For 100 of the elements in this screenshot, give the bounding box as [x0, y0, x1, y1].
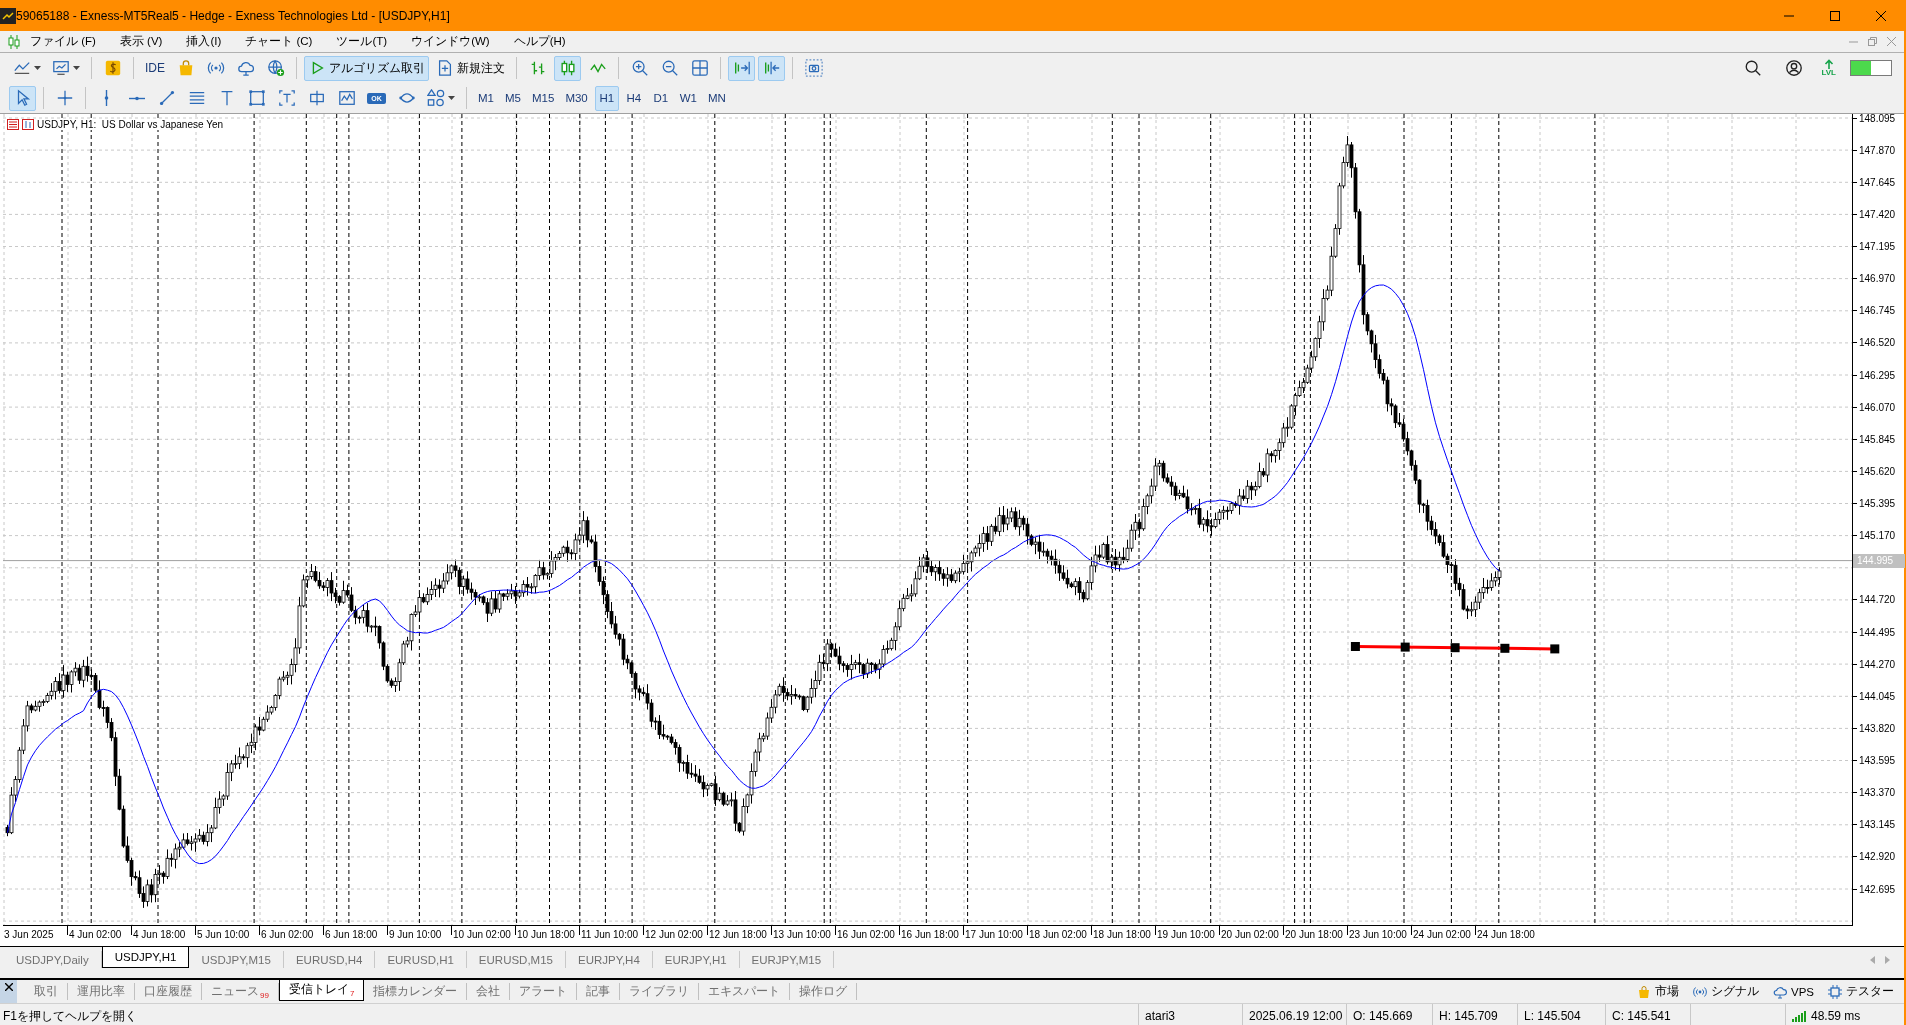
app-logo-icon: [0, 7, 16, 24]
timeframe-button[interactable]: M1: [474, 85, 498, 111]
candlestick-icon: [8, 34, 20, 49]
menu-item[interactable]: ツール(T): [326, 32, 398, 51]
timeframe-button[interactable]: D1: [648, 85, 673, 111]
menu-item[interactable]: ヘルプ(H): [503, 32, 576, 51]
toolbox-link[interactable]: 市場: [1637, 984, 1679, 999]
chart-window-icon: [52, 59, 70, 77]
open-price: O: 145.669: [1353, 1009, 1413, 1023]
toolbox-tab[interactable]: 取引: [25, 983, 68, 1000]
timeframe-button[interactable]: M30: [561, 85, 592, 111]
toolbox-tab[interactable]: 会社: [467, 983, 511, 1000]
lvl-label: LVL: [1821, 69, 1836, 77]
toolbox-tab[interactable]: 操作ログ: [790, 983, 858, 1000]
caret-icon: [73, 66, 80, 70]
chart-tab[interactable]: EURUSD,M15: [466, 951, 566, 968]
zoom-out-icon: [660, 59, 679, 77]
toolbox-tab[interactable]: 運用比率: [68, 983, 135, 1000]
timeframe-button[interactable]: W1: [675, 85, 701, 111]
toolbox-link[interactable]: VPS: [1773, 984, 1814, 999]
chart-tab[interactable]: EURUSD,H4: [283, 951, 376, 968]
left-arrow-icon: [1870, 955, 1875, 964]
drawing-tool-button[interactable]: [9, 85, 36, 111]
maximize-icon: [1830, 10, 1840, 21]
up-arrow-icon: [1823, 59, 1834, 69]
toolbox-link[interactable]: テスター: [1828, 984, 1894, 999]
chart-tab[interactable]: EURJPY,H1: [652, 951, 740, 968]
shopping-bag-icon: [1637, 984, 1651, 999]
ping-time: 48.59 ms: [1811, 1009, 1861, 1023]
new-order-button[interactable]: 新規注文: [432, 55, 509, 81]
cloud-icon: [236, 59, 255, 77]
chart-tab[interactable]: EURUSD,H1: [375, 951, 467, 968]
new-order-icon: [436, 59, 454, 77]
chart-tab[interactable]: EURJPY,H4: [566, 951, 653, 968]
crosshair-icon: [55, 89, 74, 107]
toolbox-tab[interactable]: 受信トレイ$_{7}$: [278, 980, 365, 1001]
chart-shift-icon: [762, 59, 781, 77]
restore-icon: [1868, 37, 1877, 46]
timeframe-button[interactable]: H4: [621, 85, 646, 111]
toolbox-tab[interactable]: ライブラリ: [620, 983, 700, 1000]
algo-trading-button[interactable]: アルゴリズム取引: [304, 55, 429, 81]
chip-icon: [1828, 984, 1842, 999]
text-frame-icon: [277, 89, 296, 107]
timeframe-button[interactable]: M5: [501, 85, 525, 111]
autoscroll-icon: [732, 59, 751, 77]
timeframe-button[interactable]: H1: [594, 85, 619, 111]
current-price-label: 144.995: [1853, 553, 1905, 568]
menu-item[interactable]: ファイル (F): [20, 32, 106, 51]
menu-item[interactable]: ウインドウ(W): [401, 32, 500, 51]
dollar-icon: [103, 59, 122, 77]
candlestick-icon: [558, 59, 577, 77]
right-arrow-icon: [1885, 955, 1890, 964]
close-price: C: 145.541: [1612, 1009, 1671, 1023]
help-text: F1を押してヘルプを開く: [3, 1007, 137, 1025]
chart-tab[interactable]: USDJPY,M15: [189, 951, 284, 968]
menu-item[interactable]: 表示 (V): [109, 32, 173, 51]
cloud-icon: [1773, 984, 1787, 999]
window-title: 59065188 - Exness-MT5Real5 - Hedge - Exness Technologies Ltd - [USDJPY,H1]: [16, 8, 451, 23]
chart-tab[interactable]: EURJPY,M15: [739, 951, 835, 968]
caret-icon: [34, 66, 41, 70]
ide-button[interactable]: IDE: [141, 55, 169, 81]
toolbox-tab[interactable]: 記事: [577, 983, 621, 1000]
chart-tab[interactable]: USDJPY,H1: [101, 947, 190, 968]
bar-time: 2025.06.19 12:00: [1249, 1009, 1343, 1023]
line-chart-icon: [13, 59, 31, 77]
profile-name: atari3: [1145, 1009, 1176, 1023]
account-icon: [1785, 59, 1803, 77]
chart-header: USDJPY, H1: US Dollar vs Japanese Yen: [37, 119, 224, 130]
low-price: L: 145.504: [1524, 1009, 1581, 1023]
chart-shift-button[interactable]: [758, 55, 785, 81]
zoom-in-icon: [630, 59, 649, 77]
toolbox-tab[interactable]: 口座履歴: [135, 983, 202, 1000]
globe-plus-icon: [266, 59, 285, 77]
timeframe-button[interactable]: M15: [528, 85, 559, 111]
channel-icon: [187, 89, 206, 107]
rectangle-icon: [247, 89, 266, 107]
toolbox-tab[interactable]: 指標カレンダー: [364, 983, 468, 1000]
signal-bars-icon: [1792, 1010, 1806, 1022]
caret-icon: [448, 96, 455, 100]
chart-window-icon: [337, 89, 356, 107]
shapes-icon: [427, 89, 445, 107]
toolbox-link[interactable]: シグナル: [1693, 984, 1759, 999]
horizontal-line-icon: [128, 95, 145, 101]
grid-icon: [690, 59, 709, 77]
toolbox-tab[interactable]: エキスパート: [699, 983, 791, 1000]
high-price: H: 145.709: [1439, 1009, 1498, 1023]
close-icon: [1887, 37, 1896, 46]
autoscroll-button[interactable]: [728, 55, 755, 81]
chart-tab[interactable]: USDJPY,Daily: [4, 951, 102, 968]
camera-icon: [804, 59, 823, 77]
toolbox-tab[interactable]: アラート: [510, 983, 578, 1000]
toolbox-tab[interactable]: ニュース$_{99}$: [202, 983, 279, 1000]
search-icon: [1744, 59, 1762, 77]
close-icon: [4, 983, 13, 991]
trend-line-icon: [157, 89, 176, 107]
timeframe-button[interactable]: MN: [704, 85, 730, 111]
menu-item[interactable]: チャート (C): [235, 32, 323, 51]
menu-item[interactable]: 挿入(I): [176, 32, 232, 51]
toolbox-close-button[interactable]: [0, 980, 17, 1003]
chart-type-button[interactable]: [554, 55, 581, 81]
